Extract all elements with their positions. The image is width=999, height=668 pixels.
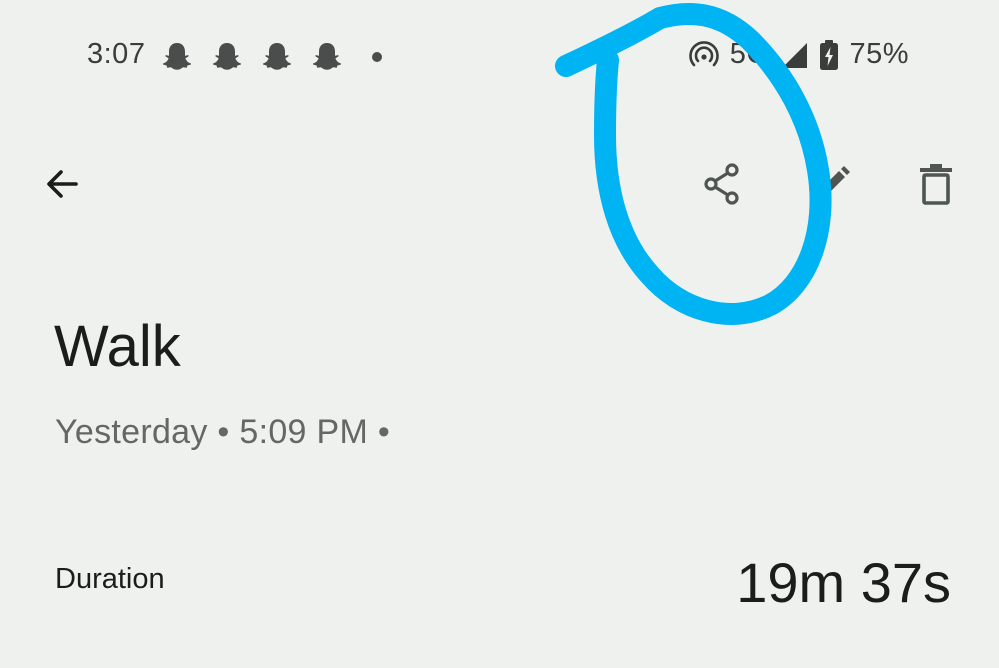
snapchat-icon (312, 43, 342, 70)
duration-label: Duration (55, 563, 165, 595)
more-notifications-dot (372, 52, 382, 62)
delete-button[interactable] (906, 154, 966, 214)
network-label: 5G (729, 38, 770, 70)
snapchat-icon (212, 43, 242, 70)
edit-button[interactable] (802, 154, 862, 214)
battery-charging-icon (820, 39, 839, 70)
pencil-icon (818, 166, 850, 198)
page-title: Walk (54, 314, 181, 379)
share-button[interactable] (692, 154, 752, 214)
arrow-left-icon (47, 170, 78, 198)
duration-value: 19m 37s (736, 551, 951, 614)
status-indicators: 5G 75% (688, 38, 909, 71)
activity-datetime: Yesterday • 5:09 PM • (55, 413, 391, 451)
snapchat-icon (262, 43, 292, 70)
top-app-bar (0, 140, 999, 230)
share-icon (704, 163, 739, 205)
trash-icon (920, 164, 952, 205)
notification-icons (160, 40, 344, 74)
status-bar: 3:07 5G 75% (0, 0, 999, 115)
snapchat-icon (162, 43, 192, 70)
status-time: 3:07 (87, 38, 146, 70)
battery-percentage: 75% (849, 38, 909, 70)
signal-icon (782, 42, 808, 68)
back-button[interactable] (32, 154, 92, 214)
hotspot-icon (689, 40, 719, 66)
